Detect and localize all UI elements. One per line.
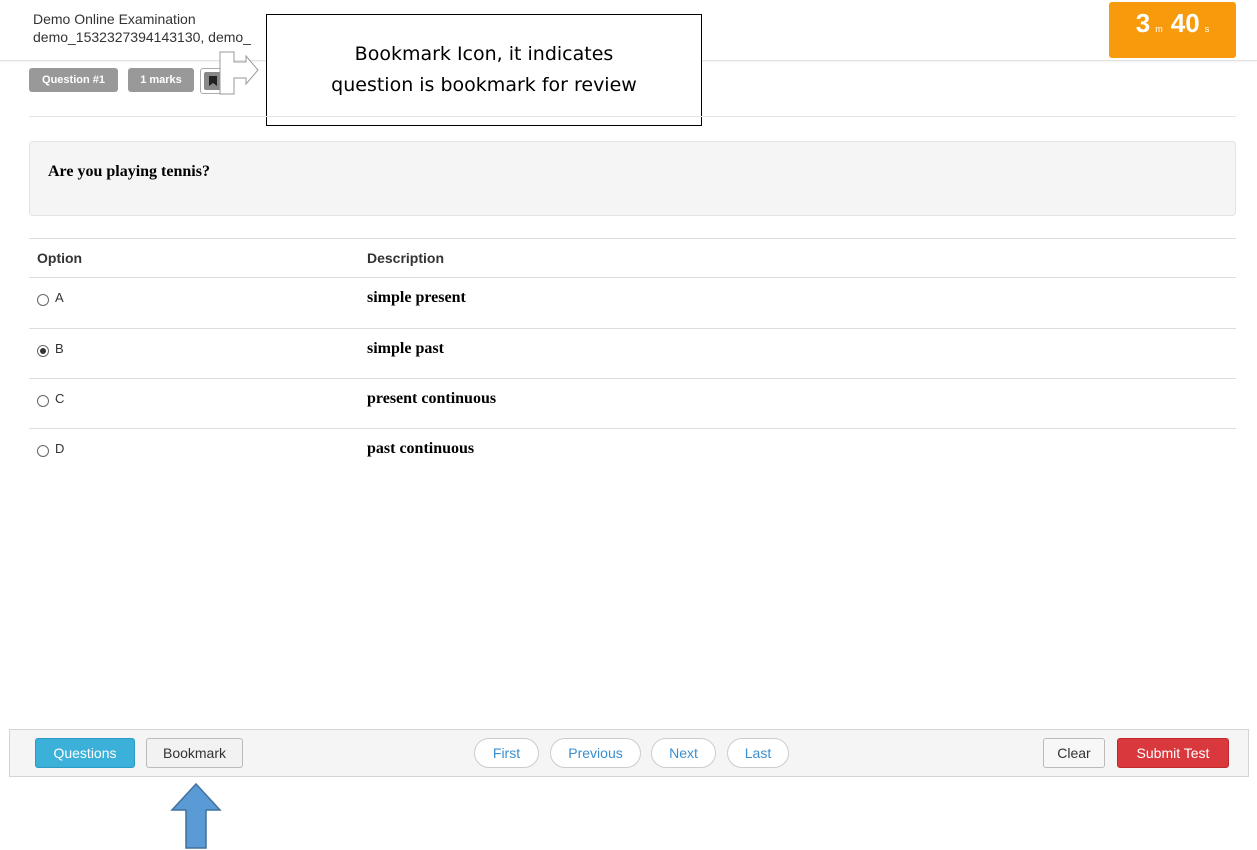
question-number-badge: Question #1 [29,68,118,92]
option-c-letter: C [55,391,65,406]
timer-seconds: 40 [1170,8,1200,38]
callout-line-1: Bookmark Icon, it indicates [354,43,614,65]
footer-toolbar: Questions Bookmark First Previous Next L… [9,729,1249,777]
option-row-a[interactable]: A simple present [29,278,1236,328]
timer-minutes: 3 [1135,8,1151,38]
option-d-description: past continuous [367,440,475,457]
option-a-letter: A [55,290,64,305]
exam-title: Demo Online Examination [33,11,196,27]
option-b-radio[interactable] [37,345,49,357]
option-c-description: present continuous [367,390,497,407]
question-panel: Are you playing tennis? [29,141,1236,216]
clear-button[interactable]: Clear [1043,738,1105,768]
option-a-radio[interactable] [37,294,49,306]
option-b-letter: B [55,341,64,356]
timer-minutes-unit: m [1155,24,1163,34]
option-row-d[interactable]: D past continuous [29,428,1236,478]
marks-badge: 1 marks [128,68,194,92]
first-button[interactable]: First [474,738,539,768]
option-c-radio[interactable] [37,395,49,407]
option-row-c[interactable]: C present continuous [29,378,1236,428]
countdown-timer: 3 m 40 s [1109,2,1236,58]
callout-line-2: question is bookmark for review [331,74,637,96]
timer-seconds-unit: s [1204,24,1210,34]
options-table: Option Description A simple present B si… [29,238,1236,478]
annotation-callout: Bookmark Icon, it indicates question is … [266,14,702,126]
next-button[interactable]: Next [651,738,716,768]
bookmark-button[interactable]: Bookmark [146,738,243,768]
up-arrow-annotation [170,782,222,849]
section-divider [29,116,1236,117]
options-table-header: Option Description [29,238,1236,278]
option-d-radio[interactable] [37,445,49,457]
column-header-option: Option [37,250,83,266]
option-d-letter: D [55,441,65,456]
column-header-description: Description [367,250,445,266]
callout-pointer-arrow [219,51,259,95]
submit-test-button[interactable]: Submit Test [1117,738,1229,768]
questions-button[interactable]: Questions [35,738,135,768]
question-text: Are you playing tennis? [48,163,210,180]
option-row-b[interactable]: B simple past [29,328,1236,378]
exam-subtitle: demo_1532327394143130, demo_ [33,29,251,45]
option-b-description: simple past [367,340,444,357]
option-a-description: simple present [367,289,466,306]
last-button[interactable]: Last [727,738,789,768]
previous-button[interactable]: Previous [550,738,641,768]
